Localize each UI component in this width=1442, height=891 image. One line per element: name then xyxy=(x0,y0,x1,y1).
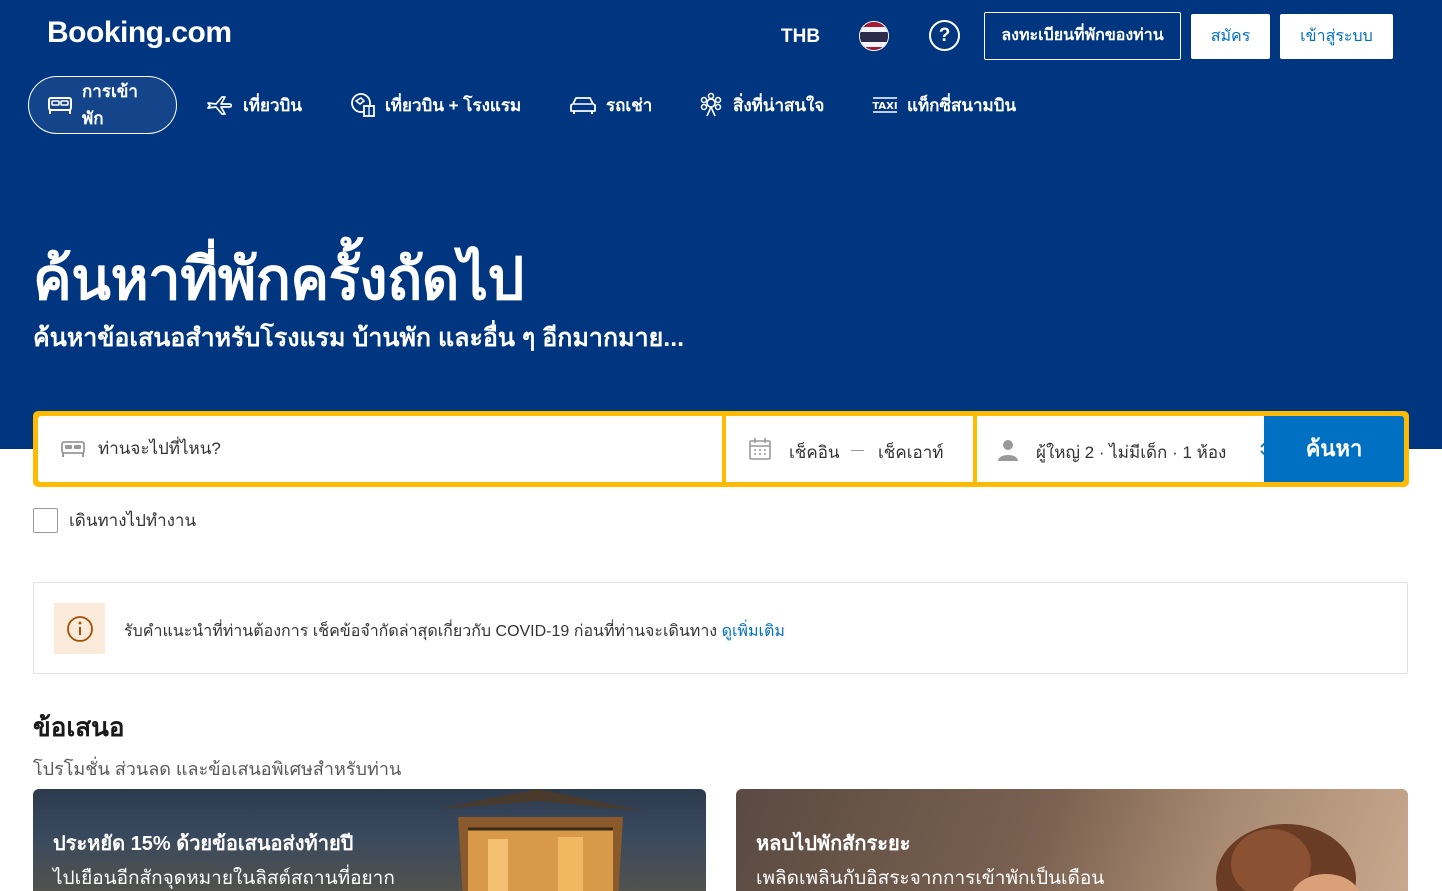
calendar-icon xyxy=(748,437,772,466)
attractions-icon xyxy=(698,92,724,118)
cabin-image xyxy=(438,789,643,891)
nav-flights[interactable]: เที่ยวบิน xyxy=(188,76,320,134)
svg-text:TAXI: TAXI xyxy=(872,101,897,112)
page-subtitle: ค้นหาข้อเสนอสำหรับโรงแรม บ้านพัก และอื่น… xyxy=(33,324,685,352)
notice-more-link[interactable]: ดูเพิ่มเติม xyxy=(722,623,785,640)
checkout-field[interactable]: เช็คเอาท์ xyxy=(878,439,944,466)
flight-hotel-icon xyxy=(350,92,376,118)
person-icon xyxy=(997,438,1019,467)
business-travel-option[interactable]: เดินทางไปทำงาน xyxy=(33,507,196,534)
search-button[interactable]: ค้นหา xyxy=(1264,416,1404,482)
destination-input[interactable] xyxy=(98,429,698,469)
nav-flight-hotel-label: เที่ยวบิน + โรงแรม xyxy=(385,95,522,115)
help-icon[interactable]: ? xyxy=(929,20,960,51)
booking-logo[interactable]: Booking.com xyxy=(47,16,232,50)
search-bar: เช็คอิน เช็คเอาท์ ผู้ใหญ่ 2 · ไม่มีเด็ก … xyxy=(33,411,1409,487)
register-button[interactable]: สมัคร xyxy=(1191,14,1270,59)
notice-text: รับคำแนะนำที่ท่านต้องการ เช็คข้อจำกัดล่า… xyxy=(124,619,785,644)
destination-field[interactable] xyxy=(38,416,722,482)
info-icon xyxy=(54,603,105,654)
nav-car-rental[interactable]: รถเช่า xyxy=(551,76,670,134)
deal-card-year-end[interactable]: ประหยัด 15% ด้วยข้อเสนอส่งท้ายปี ไปเยือน… xyxy=(33,789,706,891)
nav-airport-taxi[interactable]: TAXI แท็กซี่สนามบิน xyxy=(854,76,1034,134)
nav-attractions[interactable]: สิ่งที่น่าสนใจ xyxy=(680,76,842,134)
deal-card-title: หลบไปพักสักระยะ xyxy=(756,833,911,855)
list-property-button[interactable]: ลงทะเบียนที่พักของท่าน xyxy=(984,12,1181,60)
bed-icon xyxy=(60,439,86,464)
thailand-flag-icon[interactable] xyxy=(859,21,889,51)
guests-selector[interactable]: ผู้ใหญ่ 2 · ไม่มีเด็ก · 1 ห้อง xyxy=(977,416,1291,482)
bed-icon xyxy=(47,95,73,115)
nav-flights-label: เที่ยวบิน xyxy=(243,95,302,115)
deal-card-long-stay[interactable]: หลบไปพักสักระยะ เพลิดเพลินกับอิสระจากการ… xyxy=(736,789,1408,891)
business-travel-label: เดินทางไปทำงาน xyxy=(69,511,197,530)
deal-card-title: ประหยัด 15% ด้วยข้อเสนอส่งท้ายปี xyxy=(53,833,354,855)
notice-message: รับคำแนะนำที่ท่านต้องการ เช็คข้อจำกัดล่า… xyxy=(124,623,718,640)
guests-summary: ผู้ใหญ่ 2 · ไม่มีเด็ก · 1 ห้อง xyxy=(1036,443,1227,462)
deal-card-text: ไปเยือนอีกสักจุดหมายในลิสต์สถานที่อยาก xyxy=(53,868,395,889)
woman-image xyxy=(1216,824,1360,891)
nav-stays[interactable]: การเข้าพัก xyxy=(28,76,177,134)
deals-heading: ข้อเสนอ xyxy=(33,712,125,742)
car-icon xyxy=(569,95,597,115)
plane-icon xyxy=(206,95,234,115)
taxi-icon: TAXI xyxy=(872,95,898,115)
date-picker[interactable]: เช็คอิน เช็คเอาท์ xyxy=(726,416,973,482)
currency-selector[interactable]: THB xyxy=(781,26,820,48)
nav-flight-hotel[interactable]: เที่ยวบิน + โรงแรม xyxy=(332,76,539,134)
page-title: ค้นหาที่พักครั้งถัดไป xyxy=(33,247,524,312)
nav-stays-label: การเข้าพัก xyxy=(82,82,138,128)
nav-attractions-label: สิ่งที่น่าสนใจ xyxy=(733,95,825,115)
nav-car-rental-label: รถเช่า xyxy=(606,95,653,115)
checkin-field[interactable]: เช็คอิน xyxy=(789,439,840,466)
sign-in-button[interactable]: เข้าสู่ระบบ xyxy=(1280,14,1393,59)
deal-card-text: เพลิดเพลินกับอิสระจากการเข้าพักเป็นเดือน xyxy=(756,868,1105,889)
covid-notice: รับคำแนะนำที่ท่านต้องการ เช็คข้อจำกัดล่า… xyxy=(33,582,1408,674)
hero-banner xyxy=(0,0,1442,449)
nav-airport-taxi-label: แท็กซี่สนามบิน xyxy=(907,95,1017,115)
deals-subheading: โปรโมชั่น ส่วนลด และข้อเสนอพิเศษสำหรับท่… xyxy=(33,759,402,779)
business-travel-checkbox[interactable] xyxy=(33,508,58,533)
date-separator xyxy=(851,450,864,451)
